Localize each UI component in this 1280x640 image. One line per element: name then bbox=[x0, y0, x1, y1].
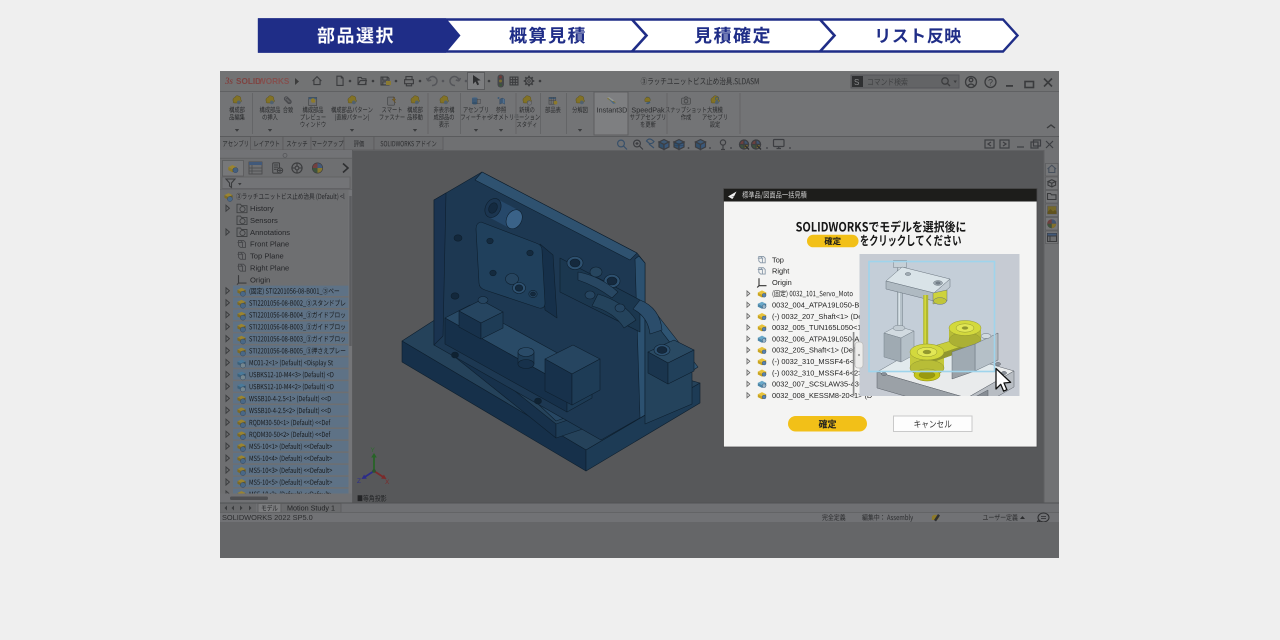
svg-text:Y: Y bbox=[371, 447, 376, 454]
svg-text:(-) 0032_207_Shaft<1> (Defa: (-) 0032_207_Shaft<1> (Defa bbox=[772, 312, 869, 321]
svg-text:Motion Study 1: Motion Study 1 bbox=[287, 504, 335, 513]
svg-text:Annotations: Annotations bbox=[250, 228, 290, 237]
svg-text:0032_007_SCSLAW35-43<1>: 0032_007_SCSLAW35-43<1> bbox=[772, 380, 872, 389]
svg-text:History: History bbox=[250, 204, 274, 213]
svg-text:0032_008_KESSM8-20<1> (D: 0032_008_KESSM8-20<1> (D bbox=[772, 391, 872, 400]
svg-text:Right: Right bbox=[772, 267, 789, 276]
svg-text:SpeedPak: SpeedPak bbox=[631, 105, 665, 114]
svg-text:Sensors: Sensors bbox=[250, 216, 278, 225]
svg-text:0032_004_ATPA19L050-B-P15: 0032_004_ATPA19L050-B-P15 bbox=[772, 301, 875, 310]
svg-text:Instant3D: Instant3D bbox=[597, 105, 628, 114]
svg-text:Z: Z bbox=[357, 478, 361, 485]
svg-text:(-) 0032_310_MSSF4-6<2> (D: (-) 0032_310_MSSF4-6<2> (D bbox=[772, 368, 872, 377]
svg-text:WORKS: WORKS bbox=[258, 77, 290, 86]
svg-text:SOLIDWORKS 2022 SP5.0: SOLIDWORKS 2022 SP5.0 bbox=[222, 513, 313, 522]
svg-text:Front Plane: Front Plane bbox=[250, 240, 289, 249]
svg-text:3s: 3s bbox=[224, 76, 234, 86]
svg-text:?: ? bbox=[988, 78, 993, 88]
svg-text:X: X bbox=[385, 479, 390, 486]
svg-text:S: S bbox=[854, 78, 859, 87]
svg-text:Origin: Origin bbox=[772, 278, 792, 287]
svg-text:Origin: Origin bbox=[250, 275, 270, 284]
svg-text:Top: Top bbox=[772, 255, 784, 264]
svg-text:Top Plane: Top Plane bbox=[250, 252, 284, 261]
svg-text:Right Plane: Right Plane bbox=[250, 264, 289, 273]
